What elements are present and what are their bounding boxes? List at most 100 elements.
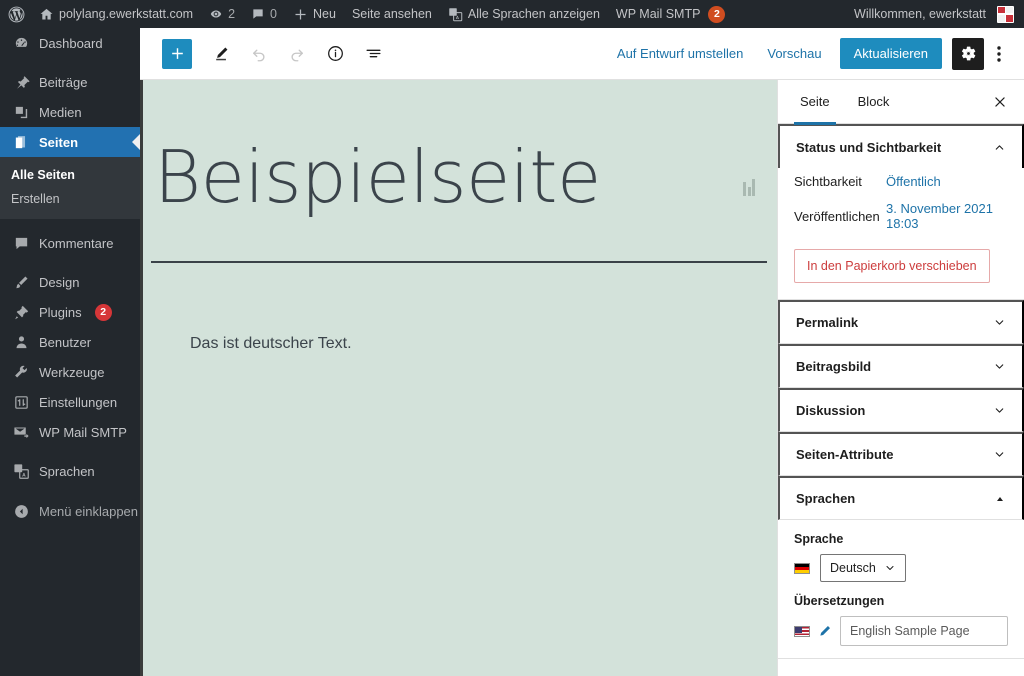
visibility-row: Sichtbarkeit Öffentlich xyxy=(794,168,1008,195)
sidebar-item-dashboard[interactable]: Dashboard xyxy=(0,28,140,58)
settings-sidebar: Seite Block Status und Sichtbarkeit Sich… xyxy=(777,80,1024,676)
language-select[interactable]: Deutsch xyxy=(820,554,906,582)
wp-logo-menu[interactable] xyxy=(0,0,31,28)
edit-translation-icon[interactable] xyxy=(817,624,833,639)
tab-page[interactable]: Seite xyxy=(786,80,844,125)
editor-header: Auf Entwurf umstellen Vorschau Aktualisi… xyxy=(140,28,1024,80)
sidebar-item-label: Medien xyxy=(39,104,82,120)
redo-icon xyxy=(291,49,303,61)
sidebar-item-pages[interactable]: Seiten xyxy=(0,127,140,157)
paragraph-block[interactable]: Das ist deutscher Text. xyxy=(190,335,777,353)
panel-status-visibility-body: Sichtbarkeit Öffentlich Veröffentlichen … xyxy=(778,168,1024,300)
sidebar-item-label: Dashboard xyxy=(39,35,103,51)
comment-bubble-icon xyxy=(251,7,265,21)
language-row: Deutsch xyxy=(794,554,1008,582)
settings-tabs: Seite Block xyxy=(778,80,1024,125)
panel-permalink-title: Permalink xyxy=(796,315,859,330)
updates-icon xyxy=(209,7,223,21)
editor-canvas[interactable]: Beispielseite Das ist deutscher Text. xyxy=(140,80,777,676)
close-settings-button[interactable] xyxy=(984,86,1016,118)
submenu-item-all-pages[interactable]: Alle Seiten xyxy=(0,163,140,187)
gear-icon-shape xyxy=(961,46,975,61)
sidebar-item-wp-mail-smtp[interactable]: WP Mail SMTP xyxy=(0,417,140,447)
new-content-menu[interactable]: Neu xyxy=(285,0,344,28)
show-all-languages-menu[interactable]: Alle Sprachen anzeigen xyxy=(440,0,608,28)
collapse-menu-button[interactable]: Menü einklappen xyxy=(0,496,140,526)
view-page-link[interactable]: Seite ansehen xyxy=(344,0,440,28)
submenu-item-add-new[interactable]: Erstellen xyxy=(0,187,140,211)
panel-page-attributes-title: Seiten-Attribute xyxy=(796,447,894,462)
wp-mail-smtp-menu[interactable]: WP Mail SMTP 2 xyxy=(608,0,734,28)
sidebar-item-appearance[interactable]: Design xyxy=(0,267,140,297)
new-content-label: Neu xyxy=(313,7,336,21)
admin-bar: polylang.ewerkstatt.com 2 0 Neu Seite an… xyxy=(0,0,1024,28)
panel-featured-image-header[interactable]: Beitragsbild xyxy=(778,344,1024,388)
info-circle-icon xyxy=(327,46,343,61)
page-title[interactable]: Beispielseite xyxy=(154,137,777,217)
preview-button[interactable]: Vorschau xyxy=(755,40,833,67)
language-field-label: Sprache xyxy=(794,532,844,546)
sidebar-item-plugins[interactable]: Plugins 2 xyxy=(0,297,140,327)
sidebar-item-label: Werkzeuge xyxy=(39,364,105,380)
list-view-icon xyxy=(365,49,381,58)
site-name-menu[interactable]: polylang.ewerkstatt.com xyxy=(31,0,201,28)
editor-header-right-tools: Auf Entwurf umstellen Vorschau Aktualisi… xyxy=(605,37,1024,71)
collapse-menu-label: Menü einklappen xyxy=(39,503,139,519)
more-menu-button[interactable] xyxy=(984,37,1014,71)
sidebar-item-posts[interactable]: Beiträge xyxy=(0,67,140,97)
chevron-down-icon xyxy=(993,448,1006,461)
wp-mail-smtp-label: WP Mail SMTP xyxy=(615,7,701,21)
wp-mail-smtp-badge: 2 xyxy=(708,5,726,23)
sidebar-item-tools[interactable]: Werkzeuge xyxy=(0,357,140,387)
home-icon xyxy=(39,7,54,22)
visibility-label: Sichtbarkeit xyxy=(794,174,862,189)
language-select-value: Deutsch xyxy=(830,561,876,575)
panel-status-visibility-header[interactable]: Status und Sichtbarkeit xyxy=(778,124,1024,168)
close-icon xyxy=(995,96,1005,107)
redo-button[interactable] xyxy=(280,37,314,71)
sidebar-item-label: Einstellungen xyxy=(39,394,118,410)
undo-button[interactable] xyxy=(242,37,276,71)
sidebar-item-languages[interactable]: Sprachen xyxy=(0,456,140,486)
my-account-menu[interactable]: Willkommen, ewerkstatt xyxy=(846,0,1024,28)
panel-discussion-header[interactable]: Diskussion xyxy=(778,388,1024,432)
publish-row: Veröffentlichen 3. November 2021 18:03 xyxy=(794,195,1008,237)
list-view-button[interactable] xyxy=(356,37,390,71)
sidebar-item-label: Plugins xyxy=(39,304,82,320)
switch-to-draft-button[interactable]: Auf Entwurf umstellen xyxy=(605,40,755,67)
title-divider xyxy=(151,261,767,264)
panel-languages-header[interactable]: Sprachen xyxy=(778,476,1024,520)
tab-block[interactable]: Block xyxy=(844,80,904,124)
chevron-down-icon xyxy=(993,316,1006,329)
sidebar-item-settings[interactable]: Einstellungen xyxy=(0,387,140,417)
move-to-trash-button[interactable]: In den Papierkorb verschieben xyxy=(794,249,990,283)
translation-input[interactable] xyxy=(840,616,1008,646)
update-button[interactable]: Aktualisieren xyxy=(839,38,942,69)
add-block-button[interactable] xyxy=(162,38,192,69)
translate-icon xyxy=(448,7,463,22)
us-flag-icon xyxy=(794,625,810,637)
german-flag-icon xyxy=(794,562,810,574)
publish-date-button[interactable]: 3. November 2021 18:03 xyxy=(886,201,1008,231)
sidebar-item-users[interactable]: Benutzer xyxy=(0,327,140,357)
sidebar-item-label: Benutzer xyxy=(39,334,92,350)
sidebar-item-label: WP Mail SMTP xyxy=(39,424,127,440)
sidebar-item-label: Beiträge xyxy=(39,74,88,90)
sidebar-item-label: Design xyxy=(39,274,80,290)
panel-languages-title: Sprachen xyxy=(796,491,856,506)
updates-menu[interactable]: 2 xyxy=(201,0,243,28)
settings-toggle-button[interactable] xyxy=(952,37,984,70)
sidebar-item-media[interactable]: Medien xyxy=(0,97,140,127)
visibility-value-button[interactable]: Öffentlich xyxy=(886,174,941,189)
drag-handle-icon[interactable] xyxy=(743,178,755,196)
panel-page-attributes-header[interactable]: Seiten-Attribute xyxy=(778,432,1024,476)
panel-permalink-header[interactable]: Permalink xyxy=(778,300,1024,344)
sidebar-item-label: Seiten xyxy=(39,134,79,150)
panel-discussion-title: Diskussion xyxy=(796,403,866,418)
sidebar-item-comments[interactable]: Kommentare xyxy=(0,228,140,258)
edit-tool-button[interactable] xyxy=(204,37,238,71)
pin-icon xyxy=(11,72,31,92)
comment-icon xyxy=(11,233,31,253)
comments-menu[interactable]: 0 xyxy=(243,0,285,28)
details-info-button[interactable] xyxy=(318,37,352,71)
